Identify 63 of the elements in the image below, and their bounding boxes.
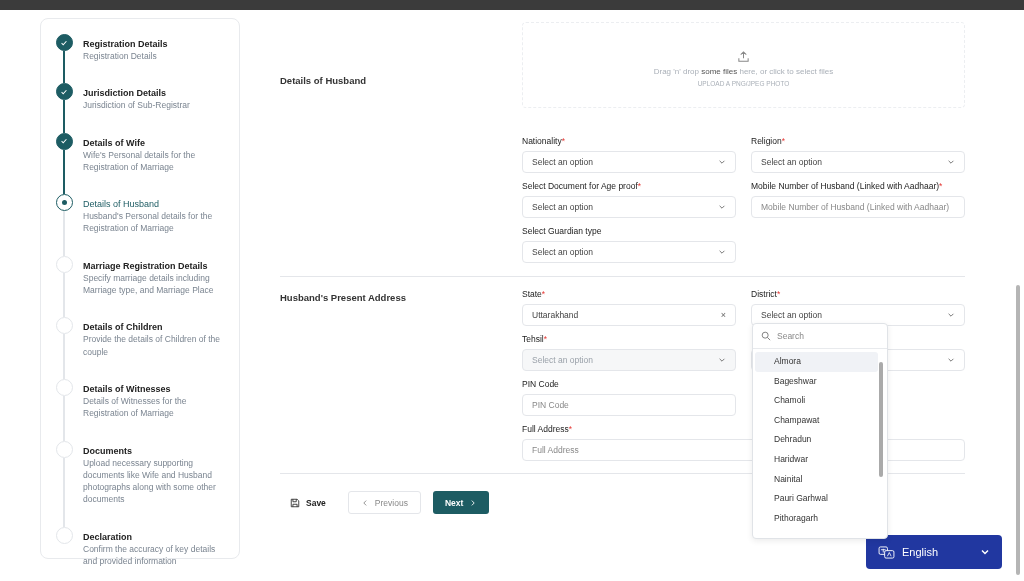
step-title[interactable]: Registration Details bbox=[83, 38, 229, 50]
chevron-down-icon bbox=[718, 158, 726, 166]
field-label: State* bbox=[522, 289, 547, 300]
input-field[interactable]: Mobile Number of Husband (Linked with Aadhaar) bbox=[751, 196, 965, 218]
chevron-down-icon bbox=[718, 248, 726, 256]
search-icon bbox=[761, 331, 771, 341]
field-label: Tehsil* bbox=[522, 334, 549, 345]
translate-icon bbox=[878, 545, 895, 559]
step-description: Details of Witnesses for the Registration of Marriage bbox=[83, 394, 188, 420]
step-description: Wife's Personal details for the Registration of Marriage bbox=[83, 148, 197, 174]
step-title[interactable]: Jurisdiction Details bbox=[83, 87, 229, 100]
field-label: Mobile Number of Husband (Linked with Aadhaar)* bbox=[751, 181, 944, 192]
step-title[interactable]: Documents bbox=[83, 444, 229, 457]
select-field[interactable]: Select an option bbox=[522, 241, 736, 263]
step-title[interactable]: Details of Witnesses bbox=[83, 382, 229, 395]
dropzone-text: Drag 'n' drop some files here, or click to select files bbox=[653, 66, 834, 76]
field-label: Nationality* bbox=[522, 136, 566, 147]
field-label: Full Address* bbox=[522, 424, 574, 435]
upload-icon bbox=[737, 49, 750, 63]
field-label: Select Guardian type bbox=[522, 226, 603, 237]
input-field[interactable]: PIN Code bbox=[522, 394, 736, 416]
step-description: Specify marriage details including Marriage type, and Marriage Place bbox=[83, 271, 215, 297]
step-description: Confirm the accuracy of key details and provided information bbox=[83, 542, 217, 568]
save-icon bbox=[290, 497, 300, 508]
select-field[interactable]: Select an option bbox=[522, 151, 736, 173]
dropdown-option[interactable]: Chamoli bbox=[755, 391, 878, 411]
chevron-left-icon bbox=[360, 498, 369, 507]
chevron-down-icon bbox=[947, 356, 955, 364]
dropdown-option[interactable]: Pauri Garhwal bbox=[755, 489, 878, 509]
step-description: Jurisdiction of Sub-Registrar bbox=[83, 99, 191, 112]
select-field[interactable]: Select an option bbox=[522, 196, 736, 218]
chevron-down-icon bbox=[947, 158, 955, 166]
clear-icon[interactable]: × bbox=[720, 310, 726, 320]
chevron-down-icon bbox=[718, 356, 726, 364]
dropdown-option[interactable]: Bageshwar bbox=[755, 371, 878, 392]
select-field[interactable]: Select an option bbox=[751, 151, 965, 173]
dropdown-option[interactable]: Champawat bbox=[755, 410, 878, 431]
next-button[interactable]: Next bbox=[432, 491, 490, 514]
step-title[interactable]: Marriage Registration Details bbox=[83, 259, 229, 272]
select-field[interactable]: Uttarakhand × bbox=[522, 304, 736, 326]
language-selector[interactable]: English bbox=[866, 535, 1002, 569]
step-description: Provide the details of Children of the couple bbox=[83, 333, 222, 358]
step-title[interactable]: Details of Children bbox=[83, 321, 229, 334]
step-title[interactable]: Details of Wife bbox=[83, 136, 229, 149]
step-title[interactable]: Details of Husband bbox=[83, 198, 229, 211]
step-title[interactable]: Declaration bbox=[83, 530, 229, 543]
chevron-down-icon bbox=[980, 547, 990, 557]
dropdown-option[interactable]: Nainital bbox=[755, 469, 878, 490]
dropdown-option[interactable]: Pithoragarh bbox=[755, 508, 878, 529]
chevron-down-icon bbox=[718, 203, 726, 211]
previous-button[interactable]: Previous bbox=[347, 491, 421, 514]
step-description: Upload necessary supporting documents like Wife and Husband photographs along with some other documents bbox=[83, 456, 217, 506]
section-title: Details of Husband bbox=[280, 75, 367, 86]
field-label: District* bbox=[751, 289, 782, 300]
chevron-right-icon bbox=[469, 498, 478, 507]
step-description: Registration Details bbox=[83, 50, 158, 63]
step-description: Husband's Personal details for the Registration of Marriage bbox=[83, 210, 214, 235]
dropdown-option[interactable]: Almora bbox=[755, 352, 878, 372]
chevron-down-icon bbox=[947, 311, 955, 319]
field-label: PIN Code bbox=[522, 379, 560, 390]
field-label: Select Document for Age proof* bbox=[522, 181, 643, 192]
field-label: Religion* bbox=[751, 136, 787, 147]
section-title: Husband's Present Address bbox=[280, 292, 406, 303]
